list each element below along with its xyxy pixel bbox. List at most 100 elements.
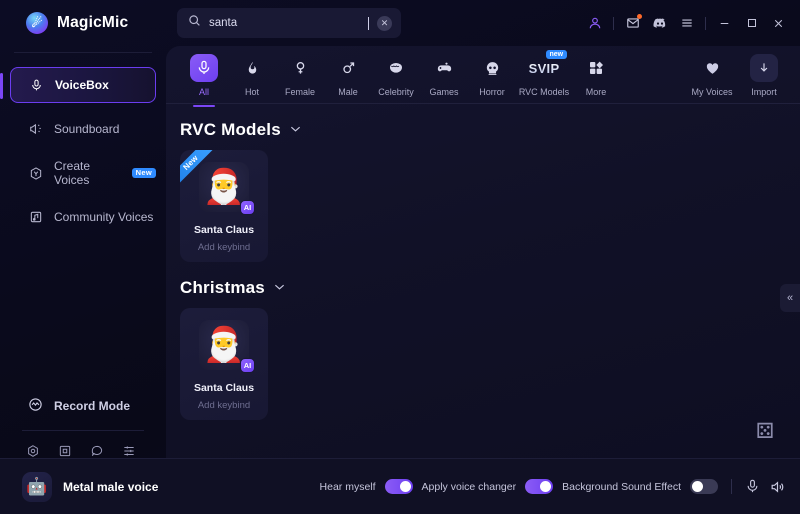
- voice-card-title: Santa Claus: [193, 224, 255, 236]
- minimize-icon[interactable]: [716, 15, 733, 32]
- sidebar-item-community-voices[interactable]: Community Voices: [10, 199, 156, 235]
- sidebar-item-record-mode[interactable]: Record Mode: [0, 391, 166, 421]
- tab-hot[interactable]: Hot: [228, 52, 276, 97]
- tab-horror[interactable]: Horror: [468, 52, 516, 97]
- tab-my-voices[interactable]: My Voices: [688, 52, 736, 97]
- male-icon: [334, 54, 362, 82]
- hear-myself-toggle[interactable]: [384, 479, 413, 494]
- robot-avatar-icon: 🤖: [22, 471, 52, 502]
- tab-games[interactable]: Games: [420, 52, 468, 97]
- sidebar: VoiceBox Soundboard Create Voices New Co…: [0, 46, 166, 458]
- svip-icon: SVIP new: [529, 50, 567, 82]
- tab-celebrity[interactable]: Celebrity: [372, 52, 420, 97]
- app-title: MagicMic: [57, 14, 129, 31]
- tab-all[interactable]: All: [180, 52, 228, 107]
- background-sound-effect-toggle[interactable]: [690, 479, 718, 494]
- tab-label: Horror: [479, 87, 505, 97]
- gamepad-icon: [430, 54, 458, 82]
- tab-label: More: [585, 87, 607, 97]
- current-voice[interactable]: 🤖 Metal male voice: [22, 471, 159, 502]
- tab-label: Games: [429, 87, 459, 97]
- brand: ☄ MagicMic: [0, 0, 166, 46]
- ai-badge: AI: [240, 358, 255, 373]
- discord-icon[interactable]: [651, 15, 668, 32]
- microphone-icon: [29, 78, 44, 93]
- clear-icon[interactable]: ✕: [377, 15, 392, 31]
- collapse-left-icon[interactable]: «: [780, 284, 800, 312]
- tab-label: All: [198, 87, 209, 97]
- heart-icon: [698, 54, 726, 82]
- divider: [613, 16, 614, 30]
- ai-badge: AI: [240, 200, 255, 215]
- hamburger-menu-icon[interactable]: [678, 15, 695, 32]
- chevron-down-icon[interactable]: [274, 283, 285, 294]
- flame-icon: [238, 54, 266, 82]
- maximize-icon[interactable]: [743, 15, 760, 32]
- main-body: VoiceBox Soundboard Create Voices New Co…: [0, 46, 800, 458]
- tab-more[interactable]: More: [572, 52, 620, 97]
- search-input[interactable]: [209, 17, 366, 29]
- search-wrap: ✕: [177, 8, 401, 38]
- voice-card[interactable]: New 🎅 AI Santa Claus Add keybind: [180, 150, 268, 262]
- voice-list-scroll-area[interactable]: RVC Models New 🎅 AI Santa Claus Add keyb…: [166, 104, 800, 458]
- sidebar-divider: [14, 52, 152, 53]
- sidebar-item-label: Soundboard: [54, 122, 120, 136]
- create-voices-icon: [28, 166, 43, 181]
- search-box[interactable]: ✕: [177, 8, 401, 38]
- tab-female[interactable]: Female: [276, 52, 324, 97]
- record-mode-icon: [28, 397, 43, 415]
- apply-voice-changer-toggle[interactable]: [525, 479, 554, 494]
- tab-label: Celebrity: [378, 87, 414, 97]
- title-bar: ☄ MagicMic ✕: [0, 0, 800, 46]
- chevron-down-icon[interactable]: [290, 125, 301, 136]
- dice-icon[interactable]: ⚄: [752, 418, 778, 444]
- category-tabs: All Hot Female Male Celebrity Games Horr…: [166, 46, 800, 107]
- close-icon[interactable]: [770, 15, 787, 32]
- tab-label: Import: [751, 87, 777, 97]
- sidebar-item-voicebox[interactable]: VoiceBox: [0, 67, 156, 103]
- sidebar-item-label: Create Voices: [54, 159, 91, 187]
- santa-claus-thumbnail: 🎅 AI: [199, 162, 255, 215]
- divider: [731, 479, 732, 494]
- sidebar-item-create-voices[interactable]: Create Voices New: [10, 155, 156, 191]
- new-badge: New: [131, 167, 156, 179]
- microphone-icon: [190, 54, 218, 82]
- content-panel: All Hot Female Male Celebrity Games Horr…: [166, 46, 800, 458]
- add-keybind-label[interactable]: Add keybind: [198, 242, 250, 253]
- background-sound-effect-label: Background Sound Effect: [562, 480, 681, 493]
- section-title: RVC Models: [180, 120, 281, 139]
- account-icon[interactable]: [586, 15, 603, 32]
- magicmic-window: ☄ MagicMic ✕: [0, 0, 800, 514]
- mail-icon[interactable]: [624, 13, 642, 32]
- current-voice-label: Metal male voice: [63, 479, 159, 494]
- voice-card-title: Santa Claus: [193, 382, 255, 394]
- tab-rvc-models[interactable]: SVIP new RVC Models: [516, 50, 572, 97]
- voice-card[interactable]: 🎅 AI Santa Claus Add keybind: [180, 308, 268, 420]
- window-controls: [586, 0, 800, 46]
- mixer-icon[interactable]: [122, 444, 136, 458]
- grid-icon: [582, 54, 610, 82]
- tutorial-icon[interactable]: [58, 444, 72, 458]
- sidebar-item-soundboard[interactable]: Soundboard: [10, 111, 156, 147]
- section-header-rvc-models[interactable]: RVC Models: [166, 104, 800, 150]
- add-keybind-label[interactable]: Add keybind: [198, 400, 250, 411]
- tab-import[interactable]: Import: [740, 52, 788, 97]
- magicmic-logo-icon: ☄: [26, 12, 48, 34]
- feedback-icon[interactable]: [90, 444, 104, 458]
- voice-card-list: New 🎅 AI Santa Claus Add keybind: [166, 150, 800, 262]
- section-header-christmas[interactable]: Christmas: [166, 262, 800, 308]
- voice-card-list: 🎅 AI Santa Claus Add keybind: [166, 308, 800, 420]
- settings-icon[interactable]: [26, 444, 40, 458]
- tab-male[interactable]: Male: [324, 52, 372, 97]
- search-icon: [188, 14, 201, 32]
- apply-voice-changer-label: Apply voice changer: [421, 480, 517, 493]
- community-voices-icon: [28, 210, 43, 225]
- section-title: Christmas: [180, 278, 265, 297]
- microphone-icon[interactable]: [745, 478, 760, 495]
- sidebar-item-label: Community Voices: [54, 210, 154, 224]
- import-icon: [750, 54, 778, 82]
- new-badge: new: [546, 50, 567, 59]
- speaker-icon[interactable]: [769, 479, 786, 495]
- sidebar-item-label: VoiceBox: [55, 78, 109, 92]
